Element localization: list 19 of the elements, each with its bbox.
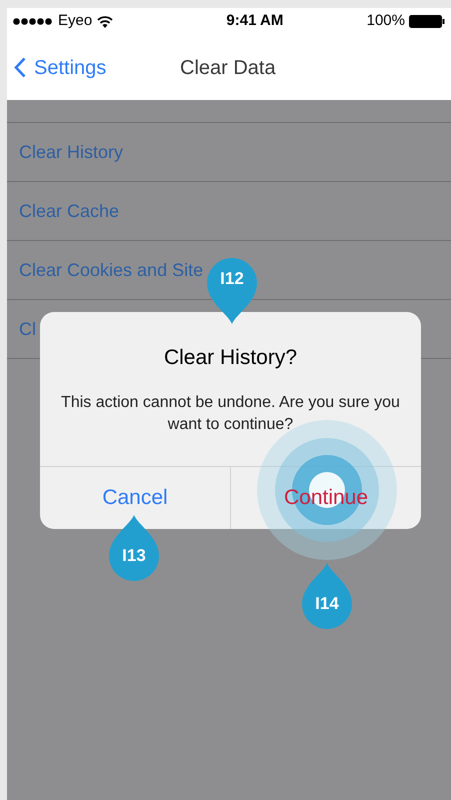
annotation-pin: I14 [302, 563, 352, 629]
nav-title: Clear Data [180, 56, 276, 80]
settings-row-label[interactable]: Clear Cookies and Site [19, 256, 204, 284]
annotation-pin: I13 [109, 515, 159, 581]
battery-percent: 100% [366, 11, 405, 32]
settings-row-label[interactable]: Clear Cache [19, 198, 120, 224]
back-chevron-icon [14, 57, 26, 78]
settings-row-label[interactable]: Clear History [19, 138, 124, 166]
settings-row-label[interactable]: Cl [19, 316, 36, 342]
dialog-button[interactable]: Continue [230, 466, 421, 528]
signal-icon [13, 18, 53, 25]
annotation-pin: I12 [207, 258, 257, 324]
carrier-name: Eyeo [58, 11, 92, 32]
wifi-icon [97, 16, 114, 28]
back-button[interactable]: Settings [7, 52, 106, 82]
battery-icon [408, 15, 445, 28]
dialog-message: This action cannot be undone. Are you sure you want to continue? [60, 392, 401, 434]
dialog-title: Clear History? [164, 345, 298, 371]
status-time: 9:41 AM [226, 11, 284, 32]
